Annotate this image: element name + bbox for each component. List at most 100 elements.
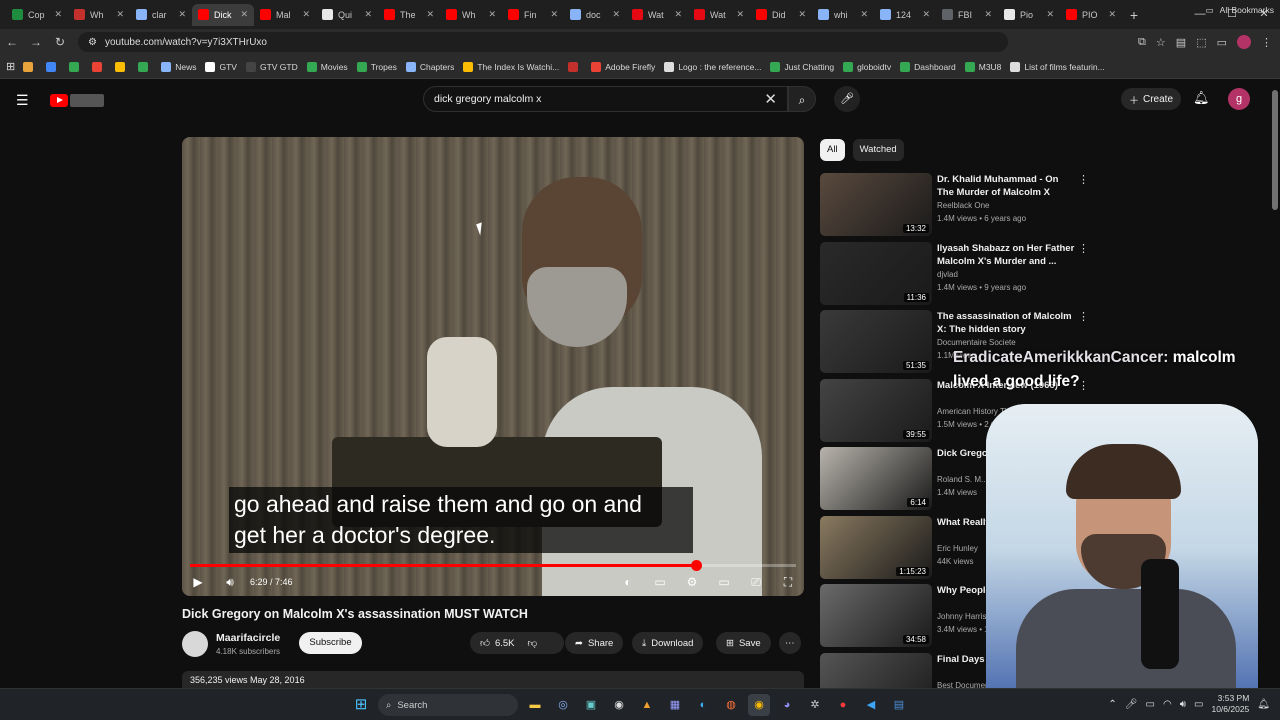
tray-app-icon[interactable]: ▭ <box>1146 699 1155 710</box>
browser-tab[interactable]: 124 ✕ <box>874 4 936 26</box>
browser-tab[interactable]: Dick ✕ <box>192 3 254 26</box>
new-tab-icon[interactable]: + <box>1122 7 1146 23</box>
bookmark-item[interactable]: GTV GTD <box>245 61 298 72</box>
site-info-icon[interactable]: ⚙ <box>88 37 97 48</box>
discord-icon[interactable]: ◕ <box>776 694 798 716</box>
close-tab-icon[interactable]: ✕ <box>550 9 558 20</box>
menu-hamburger-icon[interactable]: ☰ <box>16 92 36 109</box>
close-tab-icon[interactable]: ✕ <box>364 9 372 20</box>
channel-name[interactable]: Maarifacircle <box>216 632 280 644</box>
browser-tab[interactable]: Mal ✕ <box>254 4 316 26</box>
scrollbar-thumb[interactable] <box>1272 90 1278 210</box>
app-icon-2[interactable]: ▣ <box>580 694 602 716</box>
recommended-title[interactable]: Dr. Khalid Muhammad - On The Murder of M… <box>937 173 1077 200</box>
recommended-channel[interactable]: Reelblack One <box>937 201 989 210</box>
clear-search-icon[interactable]: ✕ <box>764 90 777 108</box>
bookmark-item[interactable] <box>568 61 582 72</box>
forward-icon[interactable]: → <box>24 35 48 49</box>
close-tab-icon[interactable]: ✕ <box>302 9 310 20</box>
close-tab-icon[interactable]: ✕ <box>488 9 496 20</box>
bookmark-item[interactable] <box>115 61 129 72</box>
file-explorer-icon[interactable]: ▬ <box>524 694 546 716</box>
volume-icon[interactable]: 🔊︎ <box>214 575 246 590</box>
tray-chevron-icon[interactable]: ⌃ <box>1108 699 1116 710</box>
progress-bar[interactable] <box>190 560 796 571</box>
app-icon-4k[interactable]: ◉ <box>608 694 630 716</box>
bookmark-item[interactable] <box>69 61 83 72</box>
more-options-icon[interactable]: ⋮ <box>1078 173 1089 186</box>
video-thumbnail[interactable]: 51:35 <box>820 310 932 373</box>
close-tab-icon[interactable]: ✕ <box>860 9 868 20</box>
bookmark-item[interactable]: News <box>161 61 196 72</box>
fullscreen-icon[interactable]: ⛶ <box>772 575 804 590</box>
more-options-icon[interactable]: ⋮ <box>1078 310 1089 323</box>
battery-icon[interactable]: ▭ <box>1194 699 1203 710</box>
theater-mode-icon[interactable]: ▭ <box>708 575 740 590</box>
search-button[interactable]: ⌕ <box>788 86 816 112</box>
close-tab-icon[interactable]: ✕ <box>240 9 248 20</box>
browser-tab[interactable]: FBI ✕ <box>936 4 998 26</box>
recommended-channel[interactable]: djvlad <box>937 270 958 279</box>
bookmark-item[interactable]: Dashboard <box>900 61 956 72</box>
create-button[interactable]: ＋ Create <box>1121 88 1181 110</box>
dislike-icon[interactable]: 👎︎ <box>527 637 537 649</box>
settings-gear-icon[interactable]: ⚙ <box>676 575 708 590</box>
browser-tab[interactable]: The ✕ <box>378 4 440 26</box>
recommended-video[interactable]: 11:36 Ilyasah Shabazz on Her Father Malco… <box>820 241 1090 306</box>
firefox-icon[interactable]: ◍ <box>720 694 742 716</box>
video-thumbnail[interactable]: 13:32 <box>820 173 932 236</box>
close-tab-icon[interactable]: ✕ <box>426 9 434 20</box>
share-button[interactable]: ➦ Share <box>565 632 624 654</box>
close-tab-icon[interactable]: ✕ <box>798 9 806 20</box>
more-options-icon[interactable]: ⋮ <box>1078 242 1089 255</box>
browser-tab[interactable]: Wh ✕ <box>440 4 502 26</box>
windows-start-icon[interactable]: ⊞ <box>350 694 372 716</box>
bookmark-item[interactable]: List of films featurin... <box>1010 61 1105 72</box>
close-tab-icon[interactable]: ✕ <box>178 9 186 20</box>
search-input[interactable]: dick gregory malcolm x ✕ <box>423 86 788 112</box>
browser-tab[interactable]: Did ✕ <box>750 4 812 26</box>
bookmark-item[interactable] <box>138 61 152 72</box>
captions-icon[interactable]: ▭ <box>644 575 676 590</box>
vscode-icon[interactable]: ◀ <box>860 694 882 716</box>
bookmark-item[interactable]: GTV <box>205 61 237 72</box>
video-player[interactable]: go ahead and raise them and go on and ge… <box>182 137 804 596</box>
edge-icon[interactable]: ◐ <box>692 694 714 716</box>
bookmark-item[interactable]: Tropes <box>356 61 397 72</box>
browser-tab[interactable]: Pio ✕ <box>998 4 1060 26</box>
bookmark-item[interactable]: Adobe Firefly <box>591 61 655 72</box>
app-icon-1[interactable]: ◎ <box>552 694 574 716</box>
app-icon-5[interactable]: ✲ <box>804 694 826 716</box>
browser-tab[interactable]: Cop ✕ <box>6 4 68 26</box>
sidebar-icon[interactable]: ▤ <box>1176 36 1186 49</box>
profile-icon[interactable] <box>1237 35 1251 49</box>
close-tab-icon[interactable]: ✕ <box>736 9 744 20</box>
youtube-logo[interactable] <box>50 92 108 108</box>
video-thumbnail[interactable]: 39:55 <box>820 378 932 442</box>
page-scrollbar[interactable] <box>1270 80 1280 688</box>
filter-chip[interactable]: Watched <box>852 139 904 161</box>
close-tab-icon[interactable]: ✕ <box>1046 9 1054 20</box>
bookmark-item[interactable] <box>92 61 106 72</box>
app-icon-6[interactable]: ● <box>832 694 854 716</box>
bookmark-item[interactable]: Movies <box>306 61 348 72</box>
download-button[interactable]: ⤓ Download <box>632 632 704 654</box>
bookmark-star-icon[interactable]: ☆ <box>1156 36 1166 49</box>
browser-tab[interactable]: PIO ✕ <box>1060 4 1122 26</box>
browser-tab[interactable]: Fin ✕ <box>502 4 564 26</box>
browser-tab[interactable]: Qui ✕ <box>316 4 378 26</box>
bookmark-item[interactable]: Just Chatting <box>770 61 834 72</box>
install-icon[interactable]: ⧉ <box>1138 36 1146 49</box>
filter-chip[interactable]: All <box>820 139 845 161</box>
bookmark-item[interactable]: globoidtv <box>843 61 891 72</box>
close-tab-icon[interactable]: ✕ <box>674 9 682 20</box>
video-thumbnail[interactable]: 34:58 <box>820 584 932 647</box>
app-icon-7[interactable]: ▤ <box>888 694 910 716</box>
bookmark-item[interactable] <box>46 61 60 72</box>
recommended-title[interactable]: The assassination of Malcolm X: The hidd… <box>937 310 1077 336</box>
extensions-icon[interactable]: ⬚ <box>1196 36 1206 49</box>
close-tab-icon[interactable]: ✕ <box>612 9 620 20</box>
browser-tab[interactable]: doc ✕ <box>564 4 626 26</box>
bookmark-item[interactable]: Logo : the reference... <box>664 61 761 72</box>
browser-tab[interactable]: whi ✕ <box>812 4 874 26</box>
